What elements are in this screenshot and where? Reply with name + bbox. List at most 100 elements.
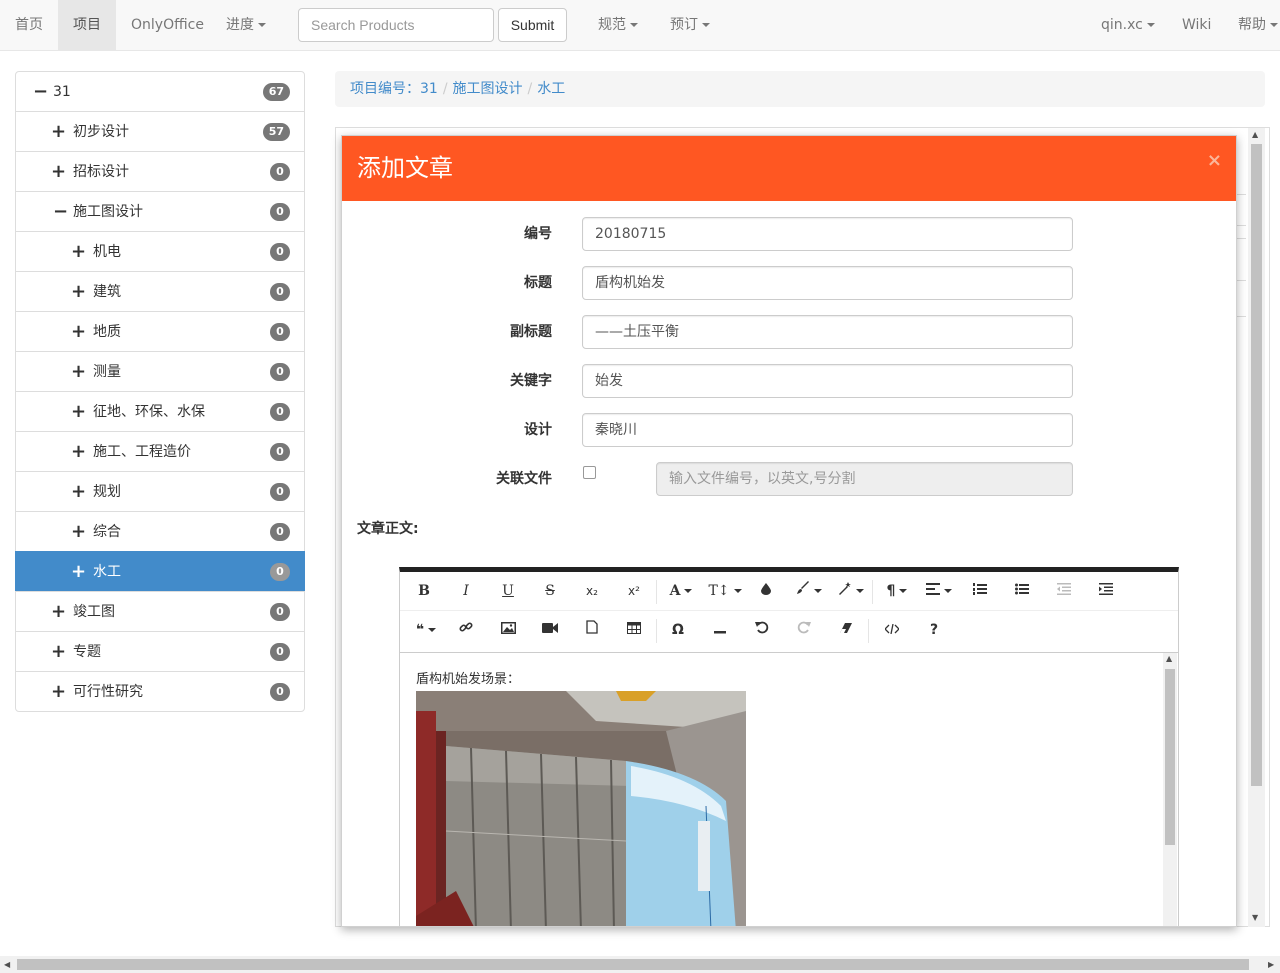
scroll-up-icon[interactable]: ▲ [1252, 131, 1258, 139]
code-view-button[interactable] [878, 611, 906, 650]
plus-icon[interactable]: + [51, 592, 66, 632]
tree-item-mechanical[interactable]: + 机电 0 [15, 231, 305, 272]
breadcrumb-stage[interactable]: 施工图设计 [453, 81, 523, 97]
number-field[interactable]: 20180715 [582, 217, 1073, 251]
outdent-button[interactable] [1050, 572, 1078, 611]
related-file-field[interactable]: 输入文件编号，以英文,号分割 [656, 462, 1073, 496]
nav-project[interactable]: 项目 [58, 0, 116, 50]
paragraph-dropdown[interactable]: ¶ [880, 572, 914, 611]
subtitle-field[interactable]: ——土压平衡 [582, 315, 1073, 349]
font-size-dropdown[interactable]: T↕ [706, 572, 744, 611]
plus-icon[interactable]: + [71, 472, 86, 512]
quote-dropdown[interactable]: ❝ [408, 611, 444, 650]
horizontal-rule-button[interactable] [706, 611, 734, 650]
tree-item-31[interactable]: −31 67 [15, 71, 305, 112]
image-button[interactable] [494, 611, 522, 650]
plus-icon[interactable]: + [71, 392, 86, 432]
undo-button[interactable] [748, 611, 776, 650]
subscript-button[interactable]: x₂ [578, 572, 606, 611]
related-file-checkbox[interactable] [583, 466, 596, 479]
underline-button[interactable]: U [494, 572, 522, 611]
scroll-up-icon[interactable]: ▲ [1166, 655, 1172, 663]
tree-item-general[interactable]: + 综合 0 [15, 511, 305, 552]
ordered-list-button[interactable] [966, 572, 994, 611]
nav-standards-dropdown[interactable]: 规范 [598, 0, 638, 50]
editor-scrollbar[interactable]: ▲ [1163, 653, 1177, 926]
minus-icon[interactable]: − [53, 192, 68, 232]
indent-button[interactable] [1092, 572, 1120, 611]
highlight-dropdown[interactable] [792, 572, 826, 611]
file-button[interactable] [578, 611, 606, 650]
design-field[interactable]: 秦晓川 [582, 413, 1073, 447]
editor-scrollbar-thumb[interactable] [1165, 669, 1175, 845]
video-button[interactable] [536, 611, 564, 650]
tree-item-planning[interactable]: + 规划 0 [15, 471, 305, 512]
format-dropdown[interactable] [834, 572, 868, 611]
nav-wiki[interactable]: Wiki [1182, 0, 1211, 50]
navbar: 首页 项目 OnlyOffice 进度 Submit 规范 预订 qin.xc … [0, 0, 1280, 51]
plus-icon[interactable]: + [71, 432, 86, 472]
plus-icon[interactable]: + [71, 552, 86, 592]
redo-button[interactable] [790, 611, 818, 650]
close-icon[interactable]: × [1207, 150, 1222, 171]
plus-icon[interactable]: + [51, 632, 66, 672]
plus-icon[interactable]: + [71, 272, 86, 312]
nav-help-dropdown[interactable]: 帮助 [1238, 0, 1278, 50]
keyword-field[interactable]: 始发 [582, 364, 1073, 398]
bold-button[interactable]: B [410, 572, 438, 611]
vertical-scrollbar-thumb[interactable] [1251, 144, 1262, 786]
tree-item-architecture[interactable]: + 建筑 0 [15, 271, 305, 312]
tree-item-geology[interactable]: + 地质 0 [15, 311, 305, 352]
italic-button[interactable]: I [452, 572, 480, 611]
vertical-scrollbar[interactable]: ▲ ▼ [1248, 128, 1265, 927]
editor-content[interactable]: 盾构机始发场景： ▲ [400, 652, 1178, 926]
tree-item-as-built[interactable]: + 竣工图 0 [15, 591, 305, 632]
shield-machine-image[interactable] [416, 691, 746, 926]
nav-booking-dropdown[interactable]: 预订 [670, 0, 710, 50]
plus-icon[interactable]: + [71, 312, 86, 352]
clear-format-button[interactable] [832, 611, 860, 650]
scroll-left-icon[interactable]: ◀ [4, 961, 10, 969]
help-button[interactable]: ? [920, 611, 948, 650]
tree-item-construction-drawing[interactable]: − 施工图设计 0 [15, 191, 305, 232]
plus-icon[interactable]: + [71, 352, 86, 392]
plus-icon[interactable]: + [71, 232, 86, 272]
nav-onlyoffice[interactable]: OnlyOffice [131, 0, 204, 50]
minus-icon[interactable]: − [33, 72, 48, 112]
tree-item-survey[interactable]: + 测量 0 [15, 351, 305, 392]
submit-button[interactable]: Submit [498, 8, 567, 42]
font-family-dropdown[interactable]: A [664, 572, 698, 611]
plus-icon[interactable]: + [51, 152, 66, 192]
text-color-button[interactable] [752, 572, 780, 611]
tree-item-feasibility[interactable]: + 可行性研究 0 [15, 671, 305, 712]
tree-item-bidding[interactable]: + 招标设计 0 [15, 151, 305, 192]
plus-icon[interactable]: + [51, 112, 66, 152]
tree-item-hydraulic[interactable]: + 水工 0 [15, 551, 305, 592]
nav-home[interactable]: 首页 [15, 0, 43, 50]
align-dropdown[interactable] [922, 572, 956, 611]
count-badge: 0 [270, 323, 290, 341]
link-button[interactable] [452, 611, 480, 650]
plus-icon[interactable]: + [71, 512, 86, 552]
tree-item-land-environment[interactable]: + 征地、环保、水保 0 [15, 391, 305, 432]
table-button[interactable] [620, 611, 648, 650]
tree-item-preliminary[interactable]: + 初步设计 57 [15, 111, 305, 152]
breadcrumb-project[interactable]: 项目编号：31 [350, 81, 438, 97]
tree-item-construction-cost[interactable]: + 施工、工程造价 0 [15, 431, 305, 472]
nav-progress-dropdown[interactable]: 进度 [226, 0, 266, 50]
unordered-list-icon [1015, 583, 1029, 595]
horizontal-scrollbar-thumb[interactable] [17, 959, 1249, 970]
strikethrough-button[interactable]: S [536, 572, 564, 611]
divider [1236, 280, 1246, 281]
superscript-button[interactable]: x² [620, 572, 648, 611]
plus-icon[interactable]: + [51, 672, 66, 712]
search-input[interactable] [298, 8, 494, 42]
title-field[interactable]: 盾构机始发 [582, 266, 1073, 300]
special-char-button[interactable]: Ω [664, 611, 692, 650]
horizontal-scrollbar[interactable]: ◀ ▶ [0, 956, 1280, 973]
unordered-list-button[interactable] [1008, 572, 1036, 611]
tree-item-special[interactable]: + 专题 0 [15, 631, 305, 672]
scroll-down-icon[interactable]: ▼ [1252, 914, 1258, 922]
nav-user-dropdown[interactable]: qin.xc [1101, 0, 1155, 50]
scroll-right-icon[interactable]: ▶ [1268, 961, 1274, 969]
